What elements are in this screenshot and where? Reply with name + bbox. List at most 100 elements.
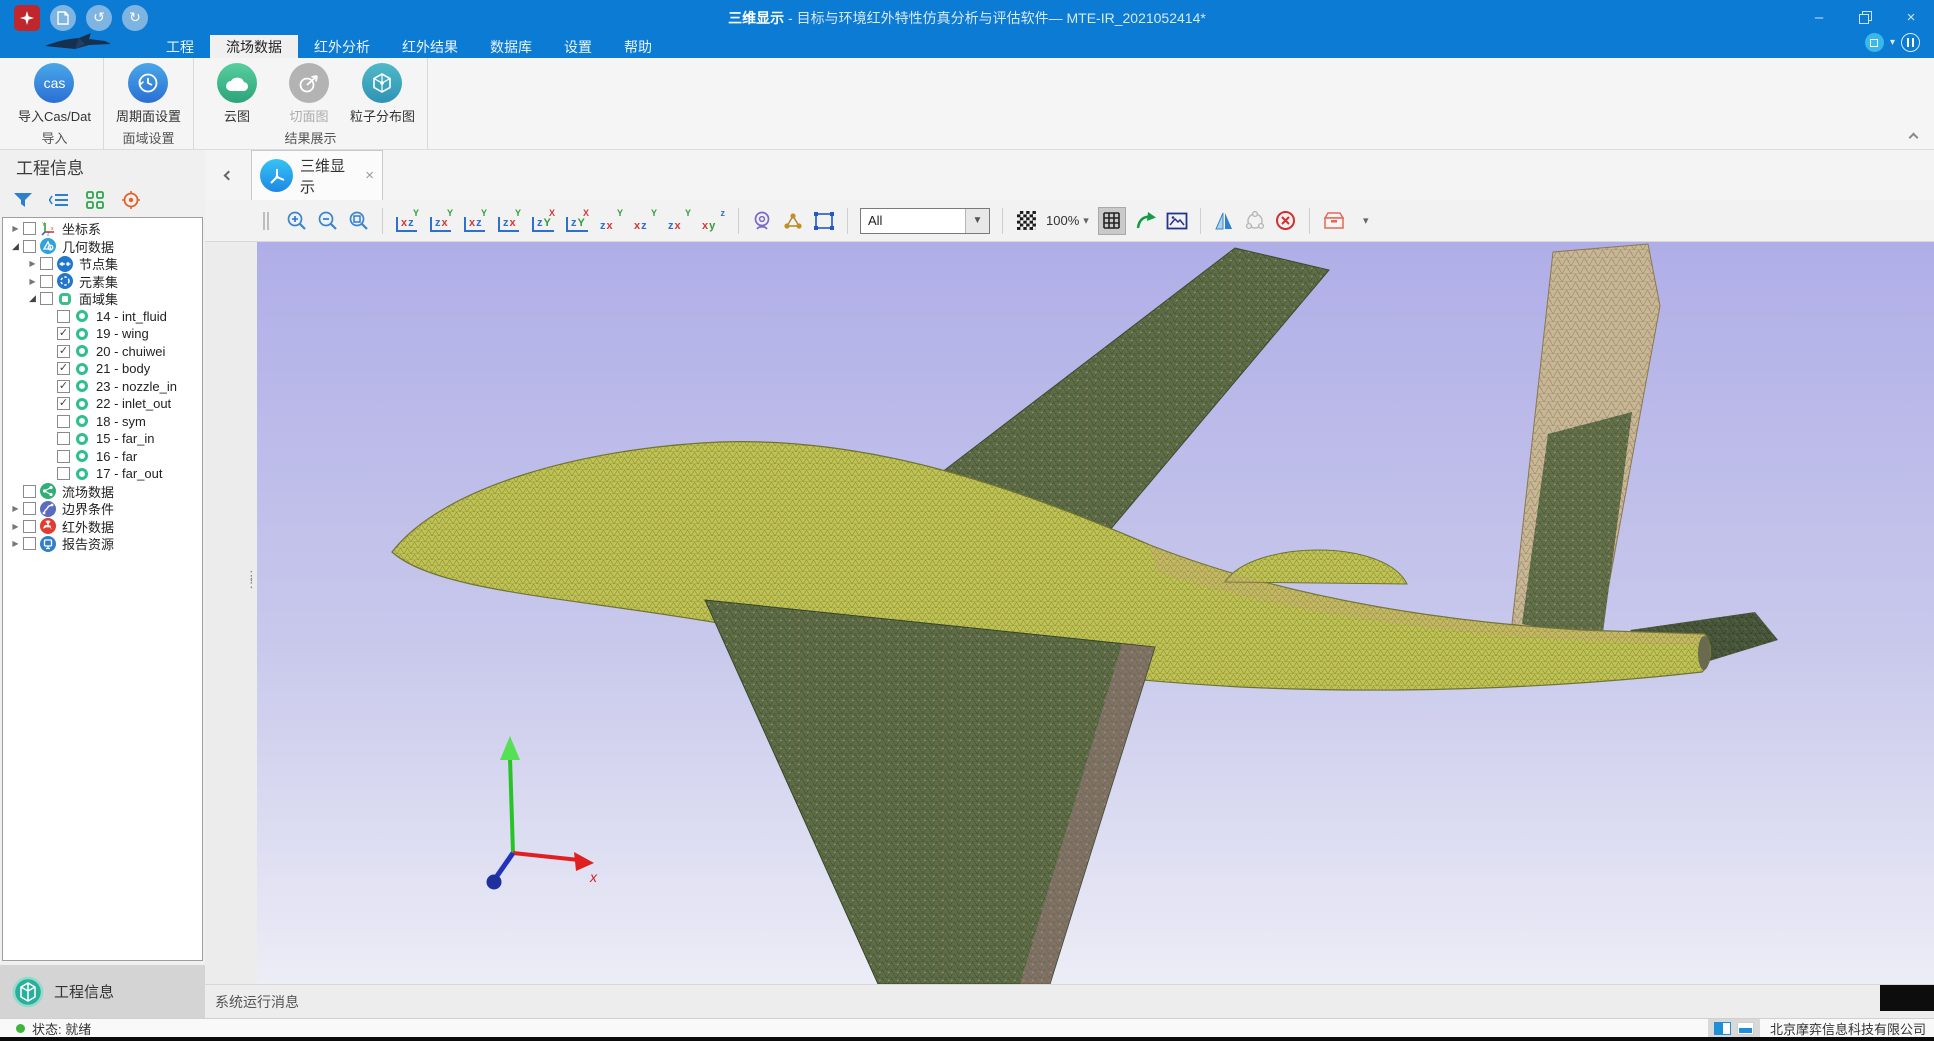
display-filter-combobox[interactable]: All▼ — [860, 208, 990, 234]
panel-splitter[interactable]: ⋮⋮ — [205, 242, 257, 984]
tree-item-12[interactable]: 15 - far_in — [3, 430, 202, 448]
zoom-window-button[interactable] — [348, 206, 370, 236]
close-button[interactable]: × — [1888, 0, 1934, 35]
combo-dropdown-button[interactable]: ▼ — [965, 209, 989, 233]
collapse-list-icon[interactable] — [48, 189, 70, 211]
tree-item-2[interactable]: ▶节点集 — [3, 255, 202, 273]
view-front-button[interactable]: Yxz — [395, 206, 420, 236]
tree-checkbox[interactable] — [40, 257, 53, 270]
view-left-button[interactable]: Yxz — [463, 206, 488, 236]
export-view-button[interactable] — [1135, 206, 1157, 236]
theme-button[interactable] — [1865, 33, 1884, 52]
menu-database[interactable]: 数据库 — [474, 35, 548, 58]
tree-checkbox[interactable]: ✓ — [57, 397, 70, 410]
tree-checkbox[interactable] — [23, 520, 36, 533]
tree-item-8[interactable]: ✓21 - body — [3, 360, 202, 378]
minimize-button[interactable]: – — [1796, 0, 1842, 35]
node-display-button[interactable] — [782, 206, 804, 236]
tree-checkbox[interactable]: ✓ — [57, 380, 70, 393]
tree-checkbox[interactable] — [57, 450, 70, 463]
tree-checkbox[interactable] — [57, 467, 70, 480]
tree-item-18[interactable]: ▶报告资源 — [3, 535, 202, 553]
screenshot-button[interactable] — [1166, 206, 1188, 236]
view-iso-4-button[interactable]: zxy — [701, 206, 726, 236]
tree-checkbox[interactable] — [40, 275, 53, 288]
chevron-down-icon[interactable]: ▾ — [1890, 37, 1895, 48]
tree-item-9[interactable]: ✓23 - nozzle_in — [3, 378, 202, 396]
locate-icon[interactable] — [120, 189, 142, 211]
tree-checkbox[interactable] — [23, 537, 36, 550]
tree-collapsed-icon[interactable]: ▶ — [9, 539, 22, 548]
project-info-bottom-button[interactable]: 工程信息 — [0, 965, 205, 1018]
tree-checkbox[interactable]: ✓ — [57, 345, 70, 358]
slice-view-button[interactable]: 切面图 — [278, 63, 340, 125]
aircraft-model[interactable]: x — [257, 242, 1934, 984]
region-select-button[interactable] — [813, 206, 835, 236]
group-display-button[interactable] — [1244, 206, 1266, 236]
save-options-caret[interactable]: ▾ — [1355, 206, 1377, 236]
tree-checkbox[interactable] — [23, 222, 36, 235]
help-panel-button[interactable] — [1901, 33, 1920, 52]
grid-view-icon[interactable] — [84, 189, 106, 211]
tree-checkbox[interactable] — [57, 415, 70, 428]
view-top-button[interactable]: XzY — [531, 206, 556, 236]
clear-view-button[interactable] — [1275, 206, 1297, 236]
tree-item-3[interactable]: ▶元素集 — [3, 273, 202, 291]
view-right-button[interactable]: Yzx — [497, 206, 522, 236]
tree-item-14[interactable]: 17 - far_out — [3, 465, 202, 483]
tree-item-7[interactable]: ✓20 - chuiwei — [3, 343, 202, 361]
view-bottom-button[interactable]: XzY — [565, 206, 590, 236]
save-scene-button[interactable] — [1322, 206, 1346, 236]
tree-collapsed-icon[interactable]: ▶ — [9, 224, 22, 233]
layout-bottom-icon[interactable] — [1737, 1022, 1754, 1035]
filter-icon[interactable] — [12, 189, 34, 211]
tree-item-17[interactable]: ▶红外数据 — [3, 518, 202, 536]
tab-3d-display[interactable]: 三维显示 × — [251, 150, 383, 200]
tree-item-6[interactable]: ✓19 - wing — [3, 325, 202, 343]
zoom-in-button[interactable] — [286, 206, 308, 236]
particle-distribution-button[interactable]: 粒子分布图 — [350, 63, 415, 125]
tree-collapsed-icon[interactable]: ▶ — [9, 504, 22, 513]
panel-collapse-button[interactable] — [219, 150, 237, 200]
tree-collapsed-icon[interactable]: ▶ — [26, 259, 39, 268]
tree-item-0[interactable]: ▶Yxz坐标系 — [3, 220, 202, 238]
mesh-display-button[interactable] — [1098, 207, 1126, 235]
menu-engineering[interactable]: 工程 — [150, 35, 210, 58]
tree-checkbox[interactable]: ✓ — [57, 362, 70, 375]
tree-checkbox[interactable] — [23, 240, 36, 253]
light-button[interactable] — [751, 206, 773, 236]
periodic-face-button[interactable]: 周期面设置 — [116, 63, 181, 125]
tree-expanded-icon[interactable]: ◢ — [26, 293, 39, 304]
tree-item-13[interactable]: 16 - far — [3, 448, 202, 466]
tree-checkbox[interactable] — [40, 292, 53, 305]
tree-item-5[interactable]: 14 - int_fluid — [3, 308, 202, 326]
view-iso-2-button[interactable]: Yxz — [633, 206, 658, 236]
tree-checkbox[interactable] — [23, 502, 36, 515]
zoom-out-button[interactable] — [317, 206, 339, 236]
tree-item-4[interactable]: ◢面域集 — [3, 290, 202, 308]
zoom-level-dropdown[interactable]: 100%▾ — [1046, 206, 1089, 236]
menu-ir-results[interactable]: 红外结果 — [386, 35, 474, 58]
view-iso-1-button[interactable]: Yzx — [599, 206, 624, 236]
tree-item-10[interactable]: ✓22 - inlet_out — [3, 395, 202, 413]
tree-collapsed-icon[interactable]: ▶ — [9, 522, 22, 531]
toolbar-drag-handle[interactable] — [255, 206, 277, 236]
layout-split-icon[interactable] — [1714, 1022, 1731, 1035]
tree-expanded-icon[interactable]: ◢ — [9, 241, 22, 252]
tree-checkbox[interactable] — [23, 485, 36, 498]
tree-item-15[interactable]: 流场数据 — [3, 483, 202, 501]
cloud-contour-button[interactable]: 云图 — [206, 63, 268, 125]
tree-item-11[interactable]: 18 - sym — [3, 413, 202, 431]
viewport-3d[interactable]: x — [257, 242, 1934, 984]
menu-settings[interactable]: 设置 — [548, 35, 608, 58]
tree-checkbox[interactable]: ✓ — [57, 327, 70, 340]
tree-item-16[interactable]: ▶边界条件 — [3, 500, 202, 518]
import-casdat-button[interactable]: cas导入Cas/Dat — [18, 63, 91, 125]
tree-item-1[interactable]: ◢几何数据 — [3, 238, 202, 256]
ribbon-collapse-button[interactable] — [1910, 131, 1920, 141]
menu-help[interactable]: 帮助 — [608, 35, 668, 58]
restore-button[interactable] — [1842, 0, 1888, 35]
tree-checkbox[interactable] — [57, 310, 70, 323]
transparency-pattern-button[interactable] — [1015, 206, 1037, 236]
view-back-button[interactable]: Yzx — [429, 206, 454, 236]
